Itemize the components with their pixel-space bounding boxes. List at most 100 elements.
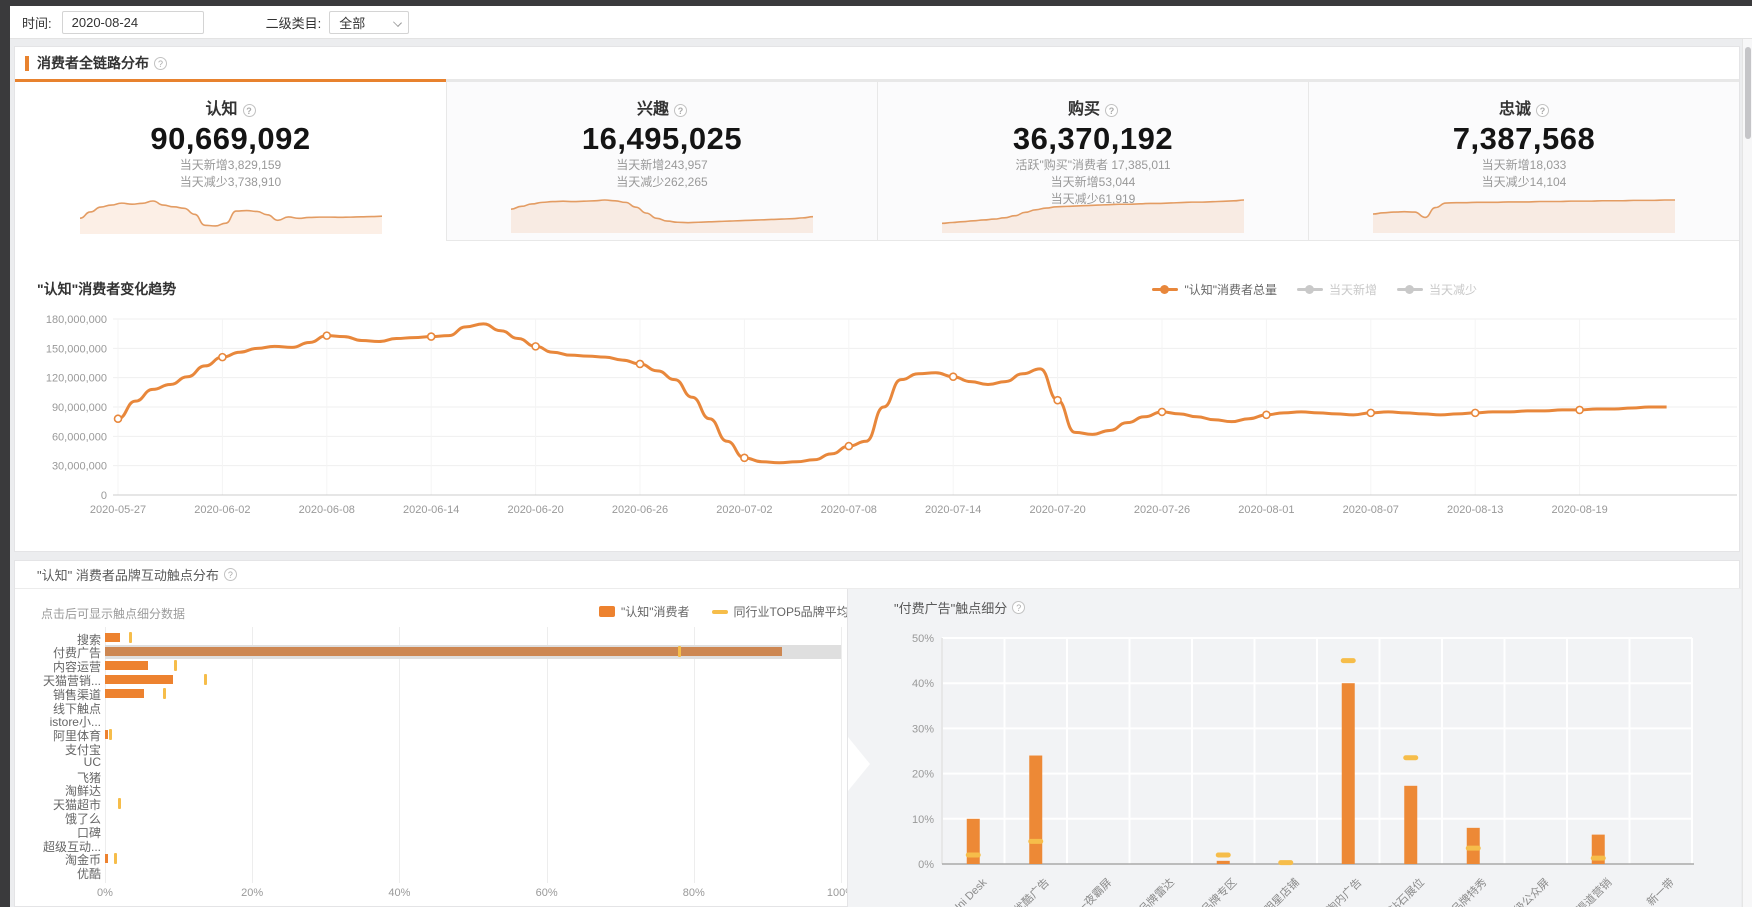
- data-point-marker[interactable]: [219, 354, 226, 361]
- touchpoint-bar[interactable]: [105, 730, 108, 739]
- x-axis-tick: 2020-07-08: [821, 504, 877, 516]
- x-axis-tick: 2020-06-08: [299, 504, 355, 516]
- scrollbar-thumb[interactable]: [1745, 47, 1751, 139]
- data-point-marker[interactable]: [845, 443, 852, 450]
- category-label[interactable]: 品牌特秀: [1448, 875, 1489, 907]
- tab-sparkline: [1369, 194, 1679, 234]
- data-point-marker[interactable]: [950, 373, 957, 380]
- touchpoint-bar[interactable]: [105, 689, 144, 698]
- category-label[interactable]: 钻石展位: [1386, 875, 1427, 907]
- help-icon[interactable]: ?: [674, 104, 687, 117]
- x-axis-tick: 2020-08-19: [1551, 504, 1607, 516]
- category-label[interactable]: 优酷: [21, 865, 101, 882]
- x-axis-tick: 2020-06-14: [403, 504, 459, 516]
- y-axis-tick: 150,000,000: [46, 343, 107, 355]
- top5-average-tick: [163, 688, 166, 699]
- tab-total-value: 7,387,568: [1309, 121, 1739, 157]
- help-icon[interactable]: ?: [243, 104, 256, 117]
- data-point-marker[interactable]: [1367, 409, 1374, 416]
- tab-sub-line: 当天减少3,738,910: [15, 174, 446, 191]
- paid-detail-title: "付费广告"触点细分: [894, 598, 1007, 617]
- touchpoint-bar[interactable]: [105, 675, 173, 684]
- category-label[interactable]: 全渠道营销: [1566, 875, 1615, 907]
- y-axis-tick: 30%: [912, 723, 934, 735]
- tab-sub-line: 活跃"购买"消费者 17,385,011: [878, 157, 1308, 174]
- paid-detail-bar[interactable]: [1029, 756, 1042, 864]
- help-icon[interactable]: ?: [1012, 601, 1025, 614]
- data-point-marker[interactable]: [741, 454, 748, 461]
- category-label[interactable]: 优酷广告: [1012, 876, 1052, 907]
- help-icon[interactable]: ?: [1105, 104, 1118, 117]
- y-axis-tick: 60,000,000: [52, 431, 107, 443]
- tab-sparkline: [507, 194, 817, 234]
- x-axis-tick: 2020-06-20: [507, 504, 563, 516]
- data-point-marker[interactable]: [323, 332, 330, 339]
- x-axis-tick: 20%: [241, 887, 263, 899]
- grid-line: [399, 627, 400, 883]
- touchpoint-bar[interactable]: [105, 661, 148, 670]
- tab-label: 兴趣?: [447, 95, 877, 119]
- data-point-marker[interactable]: [637, 360, 644, 367]
- window-frame-left: [0, 0, 10, 907]
- x-axis-tick: 2020-07-26: [1134, 504, 1190, 516]
- tab-total-value: 16,495,025: [447, 121, 877, 157]
- date-input[interactable]: [62, 11, 204, 34]
- top5-average-tick: [114, 853, 117, 864]
- top5-average-tick: [1341, 658, 1356, 663]
- funnel-tabs: 认知?90,669,092当天新增3,829,159当天减少3,738,910兴…: [15, 79, 1739, 241]
- top5-average-tick: [129, 632, 132, 643]
- data-point-marker[interactable]: [532, 343, 539, 350]
- grid-line: [252, 627, 253, 883]
- paid-detail-bar[interactable]: [1217, 861, 1230, 864]
- funnel-tab-1[interactable]: 兴趣?16,495,025当天新增243,957当天减少262,265: [446, 79, 877, 241]
- top5-average-tick: [1403, 755, 1418, 760]
- data-point-marker[interactable]: [1472, 409, 1479, 416]
- consumer-analytics-dashboard: 时间: 二级类目: 全部 消费者全链路分布 ? 认知?90,669,092当天新…: [0, 0, 1752, 907]
- y-axis-tick: 180,000,000: [46, 314, 107, 326]
- x-axis-tick: 2020-07-02: [716, 504, 772, 516]
- top5-average-tick: [1591, 856, 1606, 861]
- tab-label: 忠诚?: [1309, 95, 1739, 119]
- help-icon[interactable]: ?: [1536, 104, 1549, 117]
- category-label[interactable]: 新一带: [1644, 875, 1677, 907]
- category-select[interactable]: 全部: [329, 11, 409, 34]
- top5-average-tick: [1278, 860, 1293, 865]
- data-point-marker[interactable]: [1576, 406, 1583, 413]
- category-label[interactable]: 品牌雷达: [1136, 875, 1177, 907]
- funnel-tab-2[interactable]: 购买?36,370,192活跃"购买"消费者 17,385,011当天新增53,…: [877, 79, 1308, 241]
- data-point-marker[interactable]: [1054, 397, 1061, 404]
- paid-detail-bar[interactable]: [1342, 683, 1355, 864]
- paid-detail-bar[interactable]: [1404, 786, 1417, 864]
- data-point-marker[interactable]: [1159, 408, 1166, 415]
- x-axis-tick: 2020-07-14: [925, 504, 981, 516]
- help-icon[interactable]: ?: [154, 57, 167, 70]
- funnel-section-header: 消费者全链路分布 ?: [15, 47, 167, 79]
- data-point-marker[interactable]: [428, 333, 435, 340]
- data-point-marker[interactable]: [1263, 411, 1270, 418]
- paid-detail-header: "付费广告"触点细分 ?: [894, 598, 1025, 617]
- data-point-marker[interactable]: [115, 415, 122, 422]
- page-scrollbar[interactable]: [1742, 39, 1752, 907]
- tab-sub-line: 当天新增3,829,159: [15, 157, 446, 174]
- x-axis-tick: 2020-08-01: [1238, 504, 1294, 516]
- category-label[interactable]: 明星店铺: [1261, 875, 1302, 907]
- funnel-tab-0[interactable]: 认知?90,669,092当天新增3,829,159当天减少3,738,910: [15, 79, 446, 241]
- touchpoint-bar[interactable]: [105, 633, 120, 642]
- top5-average-tick: [204, 674, 207, 685]
- x-axis-tick: 60%: [536, 887, 558, 899]
- time-filter-label: 时间:: [22, 13, 52, 32]
- category-label[interactable]: 淘内广告: [1323, 875, 1364, 907]
- x-axis-tick: 2020-07-20: [1029, 504, 1085, 516]
- touchpoint-bar[interactable]: [105, 854, 108, 863]
- category-label[interactable]: 品牌专区: [1198, 875, 1239, 907]
- top5-average-tick: [678, 646, 681, 657]
- category-label[interactable]: Uni Desk: [949, 876, 989, 907]
- category-label[interactable]: 一夜霸屏: [1073, 875, 1114, 907]
- tab-sub-line: 当天减少262,265: [447, 174, 877, 191]
- category-filter-label: 二级类目:: [266, 13, 322, 32]
- tab-sparkline: [938, 194, 1248, 234]
- category-select-value: 全部: [339, 13, 365, 32]
- category-label[interactable]: UC: [21, 755, 101, 769]
- funnel-tab-3[interactable]: 忠诚?7,387,568当天新增18,033当天减少14,104: [1308, 79, 1739, 241]
- category-label[interactable]: 超级公众屏: [1503, 875, 1552, 907]
